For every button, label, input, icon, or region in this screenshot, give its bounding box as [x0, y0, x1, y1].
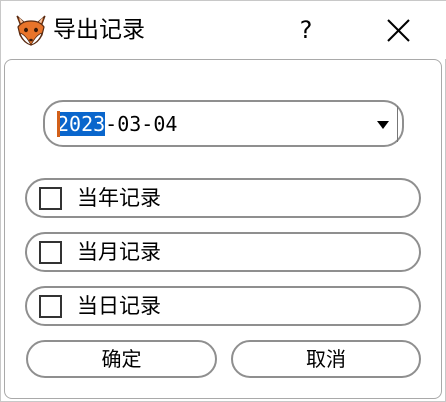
- ok-button[interactable]: 确定: [26, 340, 217, 378]
- dropdown-separator: [397, 106, 398, 142]
- window-title: 导出记录: [53, 17, 145, 43]
- fox-icon: [14, 13, 48, 47]
- date-value[interactable]: 2023-03-04: [57, 106, 177, 143]
- checkbox-day[interactable]: [39, 295, 62, 318]
- option-month-records[interactable]: 当月记录: [25, 232, 421, 272]
- checkbox-year[interactable]: [39, 187, 62, 210]
- date-month-day: -03-04: [105, 112, 178, 136]
- triangle-down-icon[interactable]: [376, 116, 390, 129]
- option-label: 当月记录: [77, 240, 161, 264]
- option-label: 当年记录: [77, 186, 161, 210]
- option-year-records[interactable]: 当年记录: [25, 178, 421, 218]
- title-bar: 导出记录 ?: [1, 1, 446, 59]
- export-records-dialog: 导出记录 ? 2023-03-04 当年记录 当月记录 当日记录 确定 取消: [0, 0, 446, 402]
- close-button[interactable]: [373, 11, 423, 49]
- help-button[interactable]: ?: [286, 11, 326, 49]
- close-icon: [387, 19, 410, 42]
- date-year-selected: 2023: [57, 112, 106, 136]
- text-caret: [57, 111, 60, 137]
- date-picker[interactable]: 2023-03-04: [43, 100, 404, 147]
- option-day-records[interactable]: 当日记录: [25, 286, 421, 326]
- cancel-button[interactable]: 取消: [231, 340, 421, 378]
- option-label: 当日记录: [77, 294, 161, 318]
- checkbox-month[interactable]: [39, 241, 62, 264]
